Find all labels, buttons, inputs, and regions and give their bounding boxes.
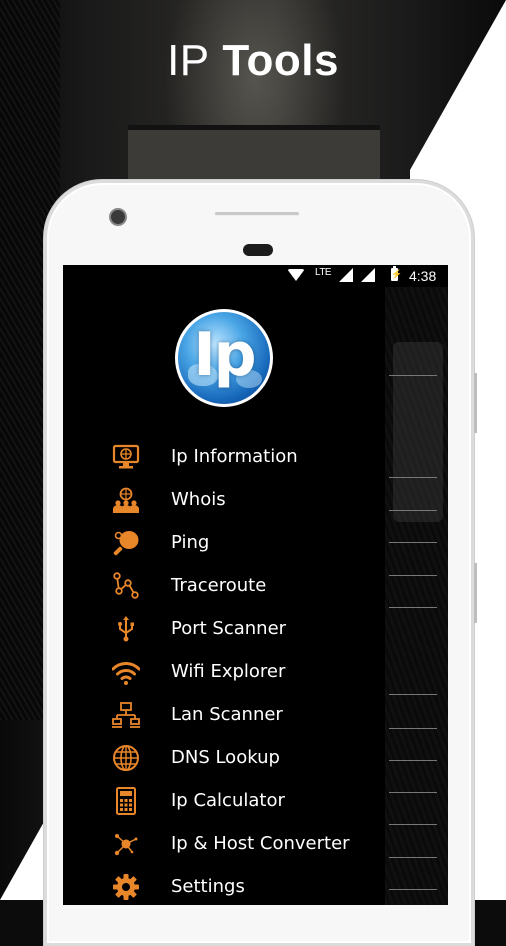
menu-item-ip-calculator[interactable]: Ip Calculator [63, 781, 385, 821]
wifi-icon [111, 658, 141, 686]
menu-item-traceroute[interactable]: Traceroute [63, 566, 385, 606]
background-card [393, 342, 443, 522]
menu-label: Ip & Host Converter [171, 833, 350, 854]
menu-label: Ip Calculator [171, 790, 285, 811]
menu-label: Lan Scanner [171, 704, 283, 725]
menu-item-ip-host-converter[interactable]: Ip & Host Converter [63, 824, 385, 864]
menu-label: Port Scanner [171, 618, 287, 639]
menu-label: Settings [171, 876, 245, 897]
list-divider [389, 824, 437, 825]
menu-item-ping[interactable]: Ping [63, 523, 385, 563]
globe-logo-icon: Ip [178, 312, 270, 404]
phone-screen: LTE 4:38 Ip [63, 265, 448, 905]
list-divider [389, 760, 437, 761]
list-divider [389, 694, 437, 695]
list-divider [389, 889, 437, 890]
lan-network-icon [111, 701, 141, 729]
background-app-content [385, 287, 448, 905]
menu-item-port-scanner[interactable]: Port Scanner [63, 609, 385, 649]
clock: 4:38 [409, 268, 437, 284]
promo-headline: IP Tools [0, 36, 506, 86]
headline-light: IP [167, 36, 210, 85]
route-nodes-icon [111, 572, 141, 600]
menu-label: Wifi Explorer [171, 661, 286, 682]
proximity-sensor [243, 244, 273, 256]
front-camera [109, 208, 127, 226]
menu-item-lan-scanner[interactable]: Lan Scanner [63, 695, 385, 735]
menu-label: Whois [171, 489, 226, 510]
menu-item-settings[interactable]: Settings [63, 867, 385, 905]
list-divider [389, 792, 437, 793]
volume-button [474, 373, 477, 433]
globe-icon [111, 744, 141, 772]
list-divider [389, 375, 437, 376]
menu-item-whois[interactable]: Whois [63, 480, 385, 520]
menu-label: Ip Information [171, 446, 298, 467]
status-bar: LTE 4:38 [63, 265, 448, 287]
list-divider [389, 477, 437, 478]
people-globe-icon [111, 486, 141, 514]
hub-nodes-icon [111, 830, 141, 858]
logo-text: Ip [193, 320, 256, 390]
cell-signal-icon-2 [361, 268, 375, 282]
wifi-signal-icon [287, 269, 305, 281]
list-divider [389, 575, 437, 576]
calculator-icon [111, 787, 141, 815]
menu-label: DNS Lookup [171, 747, 280, 768]
headline-bold: Tools [222, 36, 339, 85]
list-divider [389, 857, 437, 858]
earpiece-speaker [215, 212, 299, 215]
menu-label: Ping [171, 532, 210, 553]
menu-item-wifi-explorer[interactable]: Wifi Explorer [63, 652, 385, 692]
usb-icon [111, 615, 141, 643]
navigation-drawer: Ip Ip Information Whois Ping Traceroute … [63, 287, 385, 905]
app-logo: Ip [175, 309, 273, 407]
lte-indicator: LTE [315, 267, 332, 278]
menu-label: Traceroute [171, 575, 267, 596]
menu-item-ip-information[interactable]: Ip Information [63, 437, 385, 477]
battery-charging-icon [391, 266, 402, 281]
list-divider [389, 607, 437, 608]
ceiling-panel [128, 125, 380, 185]
list-divider [389, 728, 437, 729]
ping-pong-icon [111, 529, 141, 557]
power-button [474, 563, 477, 623]
gear-icon [111, 873, 141, 901]
list-divider [389, 542, 437, 543]
list-divider [389, 510, 437, 511]
cell-signal-icon [339, 268, 353, 282]
menu-item-dns-lookup[interactable]: DNS Lookup [63, 738, 385, 778]
monitor-globe-icon [111, 443, 141, 471]
